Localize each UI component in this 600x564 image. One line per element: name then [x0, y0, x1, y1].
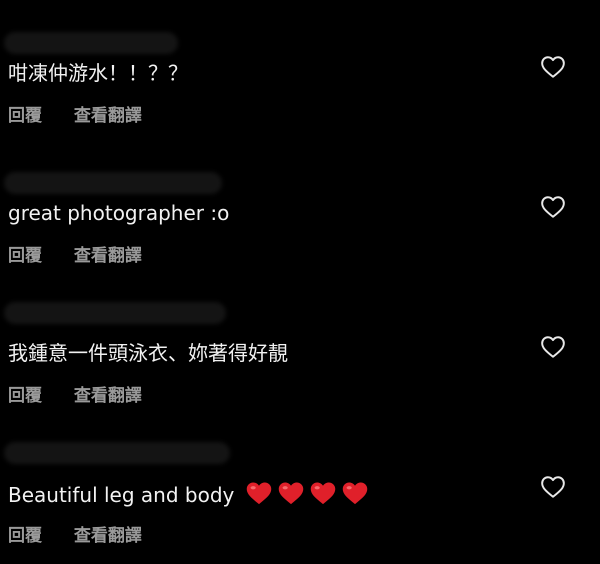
like-heart-icon[interactable] — [540, 474, 566, 500]
red-heart-emoji — [342, 482, 367, 505]
reply-button[interactable]: 回覆 — [8, 106, 42, 126]
like-heart-icon[interactable] — [540, 54, 566, 80]
comment-actions: 回覆 查看翻譯 — [8, 241, 168, 266]
redacted-username — [4, 32, 178, 54]
comment-actions: 回覆 查看翻譯 — [8, 521, 168, 546]
see-translation-button[interactable]: 查看翻譯 — [74, 386, 142, 406]
redacted-username — [4, 172, 222, 194]
like-heart-icon[interactable] — [540, 334, 566, 360]
comment-text: 咁凍仲游水！！？？ — [8, 61, 188, 85]
see-translation-button[interactable]: 查看翻譯 — [74, 526, 142, 546]
redacted-username — [4, 442, 230, 464]
comment-text: 我鍾意一件頭泳衣、妳著得好靚 — [8, 341, 288, 365]
comment-item: great photographer :o 回覆 查看翻譯 — [0, 140, 600, 280]
reply-button[interactable]: 回覆 — [8, 526, 42, 546]
comment-actions: 回覆 查看翻譯 — [8, 101, 168, 126]
red-heart-emoji — [310, 482, 335, 505]
comment-text: Beautiful leg and body — [8, 480, 369, 508]
red-heart-emoji — [278, 482, 303, 505]
comment-text-body: Beautiful leg and body — [8, 483, 235, 507]
reply-button[interactable]: 回覆 — [8, 386, 42, 406]
comment-item: 我鍾意一件頭泳衣、妳著得好靚 回覆 查看翻譯 — [0, 280, 600, 420]
see-translation-button[interactable]: 查看翻譯 — [74, 246, 142, 266]
red-heart-emoji — [246, 482, 271, 505]
comment-actions: 回覆 查看翻譯 — [8, 381, 168, 406]
comment-text: great photographer :o — [8, 201, 230, 225]
see-translation-button[interactable]: 查看翻譯 — [74, 106, 142, 126]
reply-button[interactable]: 回覆 — [8, 246, 42, 266]
like-heart-icon[interactable] — [540, 194, 566, 220]
redacted-username — [4, 302, 226, 324]
comment-item: Beautiful leg and body 回覆 查看翻譯 — [0, 420, 600, 560]
heart-emojis — [241, 482, 369, 507]
comment-item: 咁凍仲游水！！？？ 回覆 查看翻譯 — [0, 0, 600, 140]
